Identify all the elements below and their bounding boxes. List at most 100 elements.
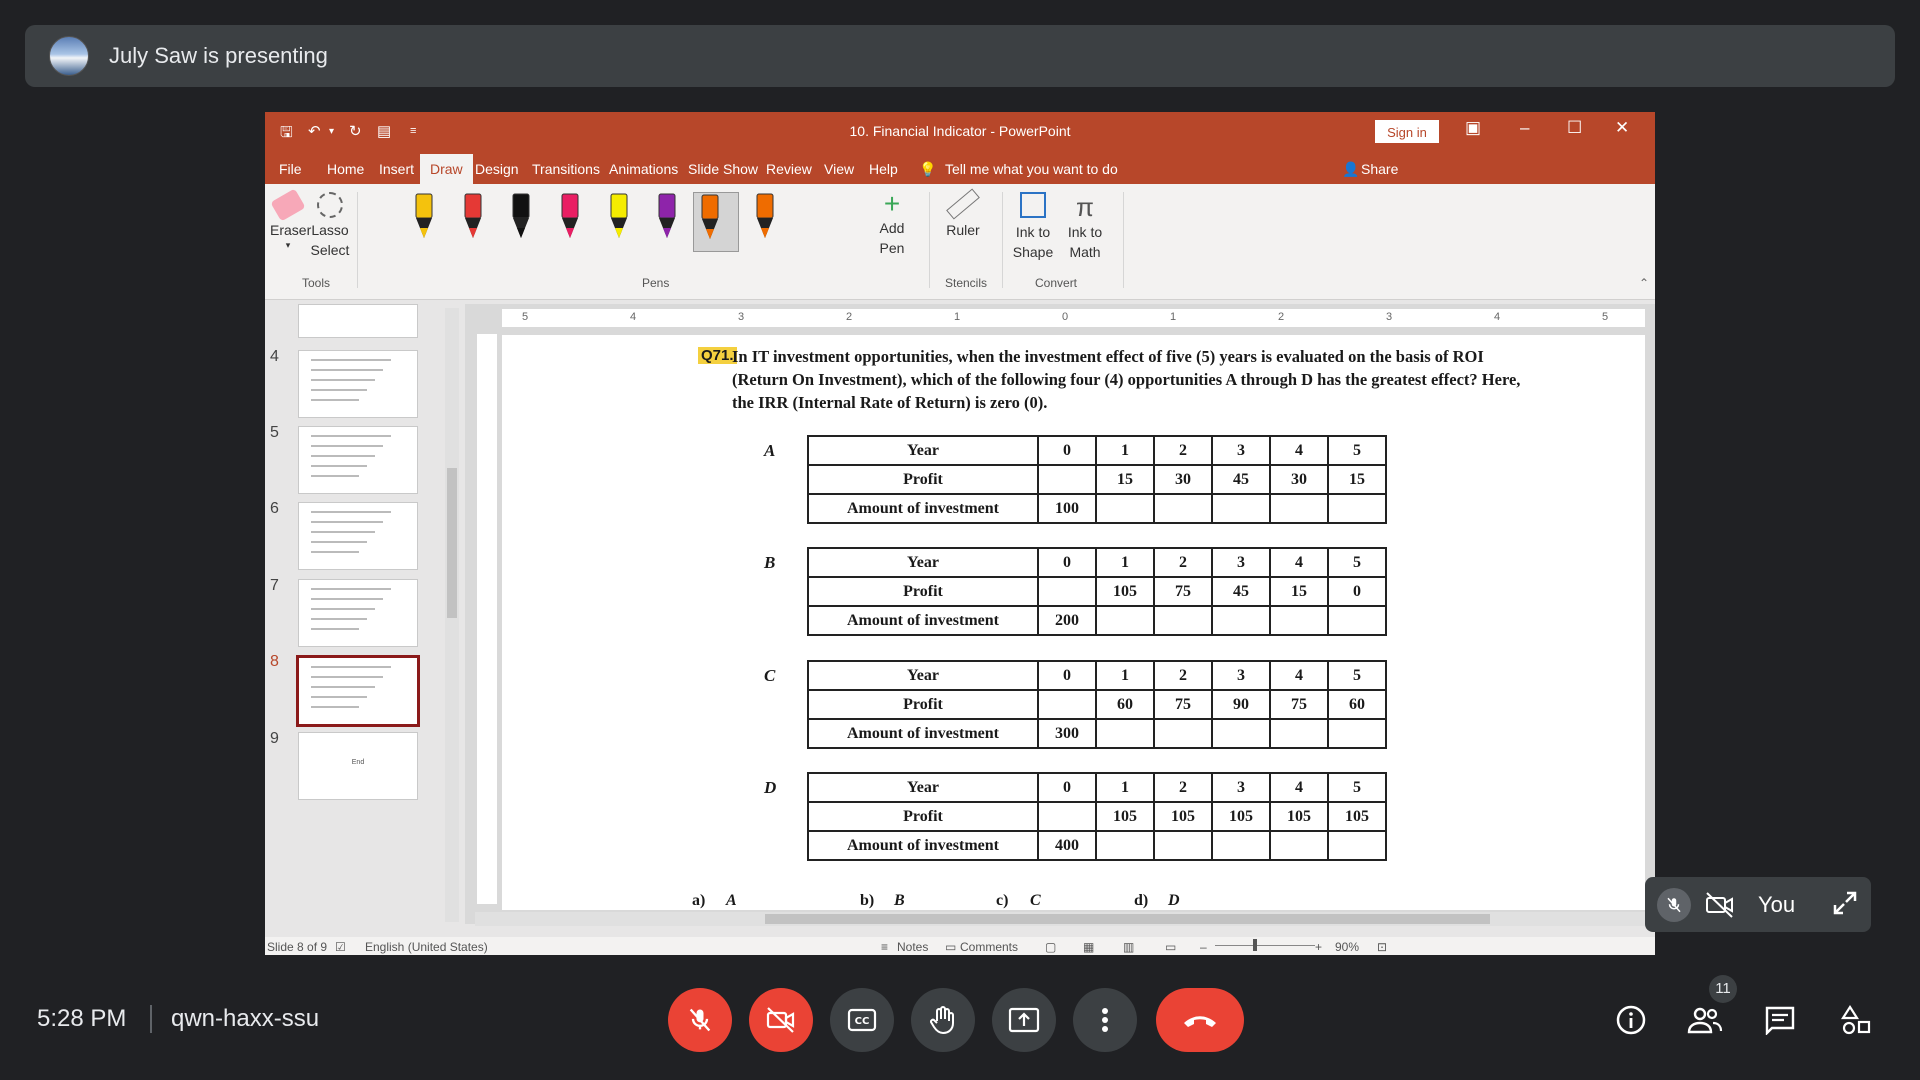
row-header: Amount of investment <box>807 830 1039 861</box>
slide-thumbnail[interactable] <box>298 426 418 494</box>
chat-button[interactable] <box>1760 1000 1800 1040</box>
slideshow-view-icon[interactable]: ▭ <box>1165 940 1176 954</box>
lasso-select-button[interactable]: Lasso Select <box>309 192 351 260</box>
collapse-ribbon-icon[interactable]: ⌃ <box>1639 276 1649 290</box>
slide-thumbnail[interactable]: End <box>298 732 418 800</box>
table-row: Year 0 1 2 3 4 5 <box>807 660 1387 691</box>
pen-8-button[interactable] <box>749 192 781 252</box>
pen-icon <box>561 193 579 238</box>
answer-key: c) <box>996 892 1009 909</box>
tab-home[interactable]: Home <box>327 161 364 177</box>
ink-to-shape-icon <box>1020 192 1046 218</box>
minimize-icon[interactable]: – <box>1520 118 1529 138</box>
pen-5-button[interactable] <box>603 192 635 252</box>
table-cell: 5 <box>1327 435 1387 466</box>
zoom-slider-thumb[interactable] <box>1253 939 1257 951</box>
slide-thumbnail[interactable] <box>298 579 418 647</box>
slide-sorter-icon[interactable]: ▦ <box>1083 940 1094 954</box>
normal-view-icon[interactable]: ▢ <box>1045 940 1056 954</box>
language-status[interactable]: English (United States) <box>365 940 488 954</box>
pen-7-button[interactable] <box>693 192 739 252</box>
slide-thumbnail[interactable] <box>298 350 418 418</box>
table-cell: 105 <box>1327 801 1387 832</box>
table-cell: 30 <box>1153 464 1213 495</box>
ruler-icon <box>946 188 980 220</box>
more-vert-icon <box>1102 1008 1108 1032</box>
zoom-level[interactable]: 90% <box>1335 940 1359 954</box>
close-icon[interactable]: ✕ <box>1615 118 1629 138</box>
add-pen-button[interactable]: + Add Pen <box>871 190 913 258</box>
notes-button[interactable]: Notes <box>897 940 928 954</box>
comments-button[interactable]: Comments <box>960 940 1018 954</box>
ink-to-math-button[interactable]: π Ink to Math <box>1062 192 1108 262</box>
table-cell <box>1327 493 1387 524</box>
more-options-button[interactable] <box>1073 988 1137 1052</box>
sign-in-button[interactable]: Sign in <box>1375 120 1439 143</box>
table-cell: 0 <box>1037 772 1097 803</box>
tab-help[interactable]: Help <box>869 161 898 177</box>
reading-view-icon[interactable]: ▥ <box>1123 940 1134 954</box>
maximize-icon[interactable]: ☐ <box>1567 118 1582 138</box>
thumbnail-scrollbar[interactable] <box>445 308 459 922</box>
tab-view[interactable]: View <box>824 161 854 177</box>
row-header: Year <box>807 435 1039 466</box>
meeting-code[interactable]: qwn-haxx-ssu <box>171 1005 319 1033</box>
meeting-details-button[interactable] <box>1611 1000 1651 1040</box>
table-cell: 15 <box>1327 464 1387 495</box>
fit-slide-icon[interactable]: ⊡ <box>1377 940 1387 954</box>
thumbnail-line <box>311 379 375 381</box>
pen-4-button[interactable] <box>554 192 586 252</box>
slide-thumbnail[interactable] <box>296 655 420 727</box>
eraser-button[interactable]: Eraser ▾ <box>270 188 311 250</box>
tab-design[interactable]: Design <box>475 161 519 177</box>
tab-draw[interactable]: Draw <box>420 154 473 186</box>
table-cell: 5 <box>1327 547 1387 578</box>
share-button[interactable]: Share <box>1361 161 1398 177</box>
camera-button[interactable] <box>749 988 813 1052</box>
zoom-slider[interactable] <box>1215 945 1315 946</box>
tab-animations[interactable]: Animations <box>609 161 678 177</box>
microphone-button[interactable] <box>668 988 732 1052</box>
thumbnail-line <box>311 389 367 391</box>
zoom-out-icon[interactable]: – <box>1200 940 1207 954</box>
zoom-in-icon[interactable]: + <box>1315 940 1322 954</box>
scrollbar-thumb[interactable] <box>765 914 1490 924</box>
horizontal-scrollbar[interactable] <box>475 912 1650 926</box>
activities-button[interactable] <box>1836 1000 1876 1040</box>
leave-call-button[interactable] <box>1156 988 1244 1052</box>
table-cell <box>1327 718 1387 749</box>
slide-thumbnail-panel: 4 5 6 7 8 9 End <box>265 304 457 924</box>
slide-thumbnail[interactable] <box>298 304 418 338</box>
expand-icon[interactable] <box>1831 889 1859 922</box>
clock: 5:28 PM <box>37 1005 127 1032</box>
slide-thumbnail[interactable] <box>298 502 418 570</box>
table-row: Year 0 1 2 3 4 5 <box>807 772 1387 803</box>
row-header: Year <box>807 547 1039 578</box>
people-button[interactable] <box>1685 1000 1725 1040</box>
pen-1-button[interactable] <box>408 192 440 252</box>
ribbon-display-icon[interactable]: ▣ <box>1465 118 1481 138</box>
scrollbar-thumb[interactable] <box>447 468 457 618</box>
tab-transitions[interactable]: Transitions <box>532 161 600 177</box>
tab-review[interactable]: Review <box>766 161 812 177</box>
table-cell <box>1211 493 1271 524</box>
raise-hand-button[interactable] <box>911 988 975 1052</box>
table-cell: 2 <box>1153 772 1213 803</box>
spell-check-icon[interactable]: ☑ <box>335 940 346 954</box>
pen-3-button[interactable] <box>505 192 537 252</box>
captions-button[interactable]: CC <box>830 988 894 1052</box>
pen-2-button[interactable] <box>457 192 489 252</box>
ruler-number: 1 <box>1170 311 1177 323</box>
ruler-button[interactable]: Ruler <box>938 188 988 240</box>
pen-6-button[interactable] <box>651 192 683 252</box>
ink-to-shape-button[interactable]: Ink to Shape <box>1010 192 1056 262</box>
ruler-number: 3 <box>738 311 745 323</box>
self-view-tile[interactable]: You <box>1645 877 1871 932</box>
tab-insert[interactable]: Insert <box>379 161 414 177</box>
notes-icon: ≡ <box>881 940 889 954</box>
answer-value: D <box>1168 892 1180 909</box>
tab-slide-show[interactable]: Slide Show <box>688 161 758 177</box>
tell-me-search[interactable]: Tell me what you want to do <box>945 161 1118 177</box>
tab-file[interactable]: File <box>279 161 302 177</box>
present-button[interactable] <box>992 988 1056 1052</box>
